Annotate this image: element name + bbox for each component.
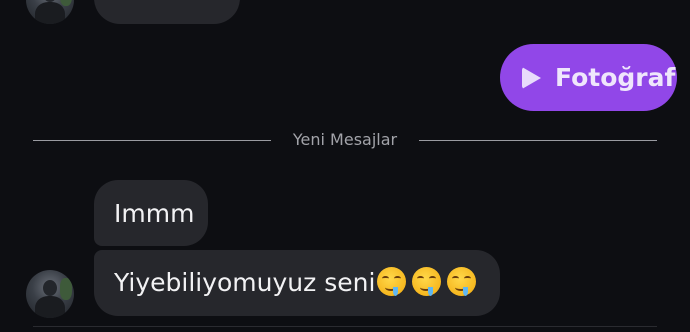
avatar-head	[43, 280, 57, 296]
next-element-edge	[33, 326, 657, 332]
drooling-face-emoji	[447, 267, 477, 296]
new-messages-divider: Yeni Mesajlar	[33, 128, 657, 152]
avatar-background-tree	[60, 0, 72, 6]
divider-line-right	[419, 140, 657, 141]
divider-line-left	[33, 140, 271, 141]
message-text: Yiyebiliyomuyuz seni	[114, 268, 376, 297]
photo-label: Fotoğraf	[555, 63, 676, 92]
divider-label: Yeni Mesajlar	[292, 130, 398, 149]
sender-avatar[interactable]	[26, 270, 74, 318]
chat-screen: Fotoğraf Yeni Mesajlar Immm Yiyebiliyomu…	[0, 0, 690, 332]
avatar-background-tree	[60, 278, 72, 300]
incoming-message-bubble[interactable]: Immm	[94, 180, 208, 246]
outgoing-photo-message[interactable]: Fotoğraf	[500, 44, 677, 111]
sender-avatar[interactable]	[26, 0, 74, 24]
drooling-face-emoji	[377, 267, 407, 296]
message-text: Immm	[114, 199, 195, 228]
play-icon	[522, 66, 541, 89]
incoming-message-bubble[interactable]: Yiyebiliyomuyuz seni	[94, 250, 500, 316]
drooling-face-emoji	[412, 267, 442, 296]
avatar-body	[35, 296, 65, 318]
previous-message-bubble[interactable]	[94, 0, 240, 24]
avatar-body	[35, 2, 65, 24]
